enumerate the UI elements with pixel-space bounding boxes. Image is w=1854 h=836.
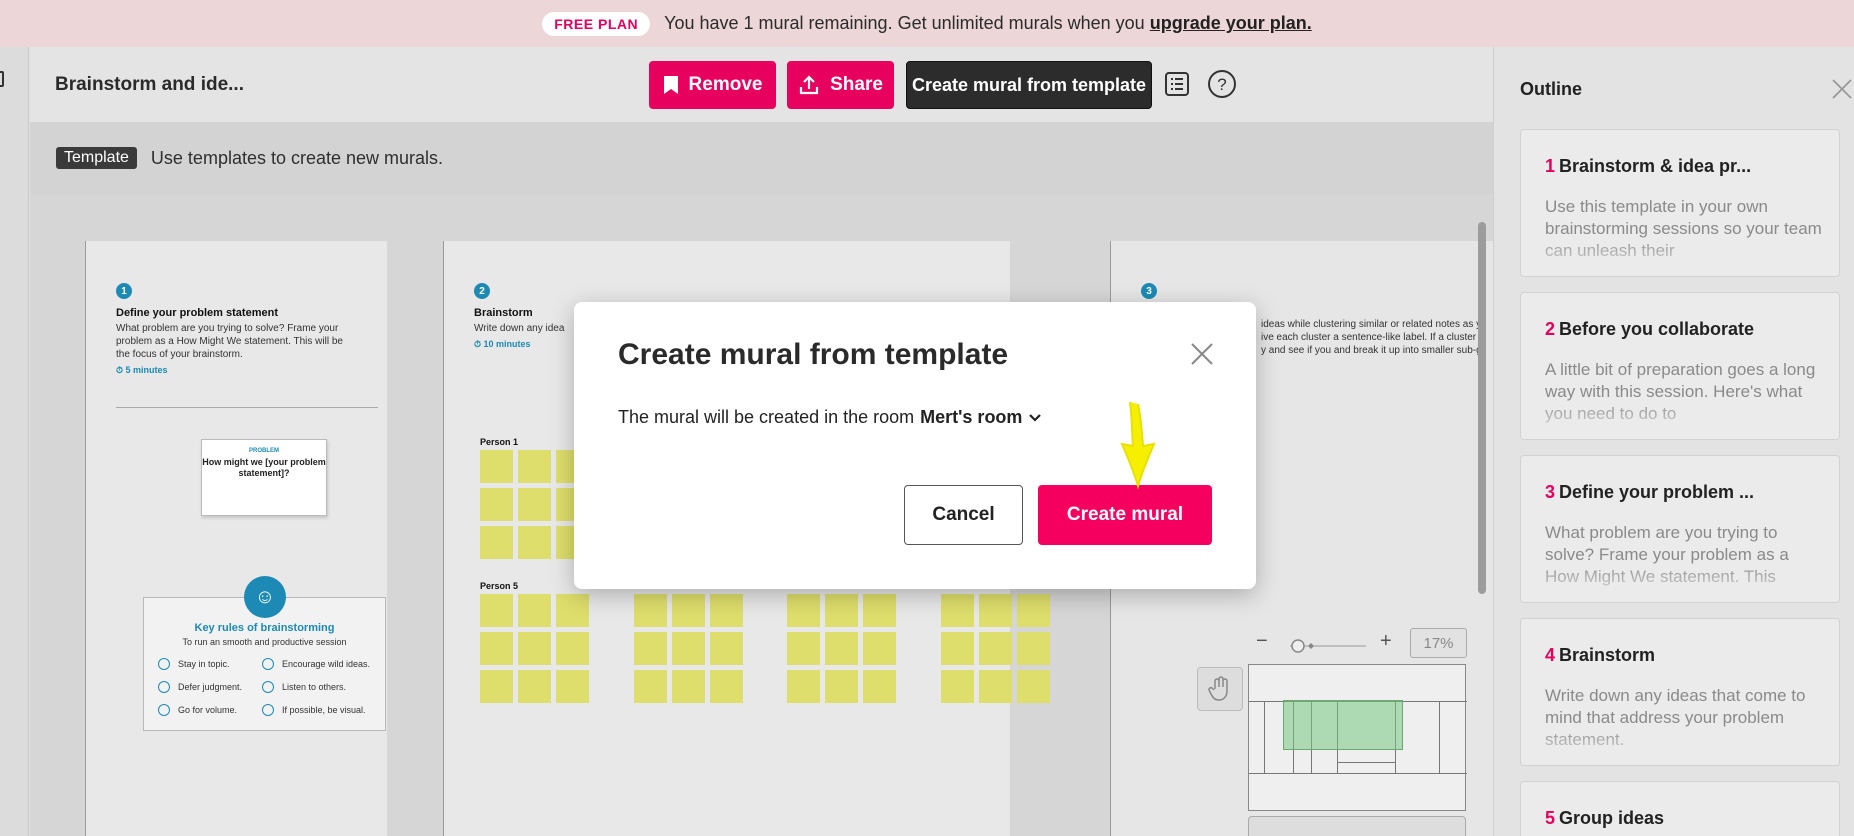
upgrade-plan-link[interactable]: upgrade your plan. xyxy=(1150,13,1312,33)
pointer-arrow-icon xyxy=(1120,401,1156,490)
zoom-out-button[interactable]: − xyxy=(1256,630,1268,653)
remove-label: Remove xyxy=(688,74,763,95)
help-icon[interactable]: ? xyxy=(1207,69,1237,99)
step-1-text: What problem are you trying to solve? Fr… xyxy=(116,323,343,360)
sticky-group[interactable] xyxy=(480,594,589,703)
zoom-in-button[interactable]: + xyxy=(1380,630,1392,653)
share-button[interactable]: Share xyxy=(787,61,894,109)
list-view-icon[interactable] xyxy=(1162,69,1192,99)
outline-panel: Outline 1 Brainstorm & idea pr... Use thi… xyxy=(1493,47,1854,836)
step-2-title: Brainstorm xyxy=(474,307,533,319)
free-plan-badge: FREE PLAN xyxy=(542,11,651,36)
banner-message: You have 1 mural remaining. Get unlimite… xyxy=(664,13,1312,34)
sticky-group[interactable] xyxy=(480,450,589,559)
outline-item-title: Group ideas xyxy=(1559,808,1665,828)
chevron-down-icon[interactable] xyxy=(1028,413,1042,423)
step-2-text: Write down any idea xyxy=(474,323,565,334)
step-3-text-2: ive each cluster a sentence-like label. … xyxy=(1261,332,1487,343)
banner-message-text: You have 1 mural remaining. Get unlimite… xyxy=(664,13,1145,33)
rule-item: Listen to others. xyxy=(262,681,346,693)
step-3-text-1: ideas while clustering similar or relate… xyxy=(1261,319,1482,330)
template-info-bar: Template Use templates to create new mur… xyxy=(30,122,1493,194)
rule-icon xyxy=(158,681,170,693)
sticky-group[interactable] xyxy=(941,594,1050,703)
brain-icon: ☺ xyxy=(244,576,286,618)
rules-subtitle: To run an smooth and productive session xyxy=(182,637,347,647)
left-toolbar xyxy=(0,47,29,836)
upgrade-banner: FREE PLAN You have 1 mural remaining. Ge… xyxy=(0,0,1854,47)
sticky-group[interactable] xyxy=(787,594,896,703)
outline-item[interactable]: 1 Brainstorm & idea pr... Use this templa… xyxy=(1520,129,1840,277)
outline-item[interactable]: 3 Define your problem ... What problem ar… xyxy=(1520,455,1840,603)
outline-item-title: Brainstorm xyxy=(1559,645,1656,665)
step-1-time: ⏱ 5 minutes xyxy=(116,365,168,375)
mural-header: Brainstorm and ide... Remove Share Creat… xyxy=(30,47,1493,122)
room-prefix: The mural will be created in the room xyxy=(618,407,915,427)
mural-title[interactable]: Brainstorm and ide... xyxy=(55,74,244,96)
step-1-number: 1 xyxy=(116,283,132,299)
problem-label: PROBLEM xyxy=(249,448,279,454)
bookmark-icon xyxy=(663,76,678,94)
rule-icon xyxy=(262,658,274,670)
brainstorm-rules-card[interactable]: ☺ Key rules of brainstorming To run an s… xyxy=(143,576,386,731)
step-2-time: ⏱ 10 minutes xyxy=(474,339,531,349)
person-label: Person 5 xyxy=(480,581,519,591)
create-mural-button[interactable]: Create mural xyxy=(1038,485,1212,545)
template-tag: Template xyxy=(56,147,137,169)
person-label: Person 1 xyxy=(480,437,519,447)
cancel-button[interactable]: Cancel xyxy=(904,485,1023,545)
upload-icon xyxy=(799,75,819,95)
close-icon[interactable] xyxy=(1188,340,1216,368)
problem-text: How might we [your problem statement]? xyxy=(202,457,326,478)
sticky-group[interactable] xyxy=(634,594,743,703)
rule-item: Go for volume. xyxy=(158,704,237,716)
divider xyxy=(116,407,378,408)
create-template-label: Create mural from template xyxy=(911,74,1147,95)
rules-title: Key rules of brainstorming xyxy=(194,622,335,634)
rule-item: Stay in topic. xyxy=(158,658,230,670)
zoom-slider[interactable] xyxy=(1288,636,1368,656)
hand-tool-icon[interactable] xyxy=(1197,667,1243,711)
outline-title: Outline xyxy=(1520,79,1582,99)
outline-item[interactable]: 2 Before you collaborate A little bit of … xyxy=(1520,292,1840,440)
problem-sticky[interactable]: PROBLEM How might we [your problem state… xyxy=(201,439,327,516)
canvas-scrollbar[interactable] xyxy=(1478,222,1486,594)
minimap-viewport[interactable] xyxy=(1283,700,1403,750)
panel-toggle-icon[interactable] xyxy=(0,71,4,87)
rule-icon xyxy=(262,681,274,693)
rule-icon xyxy=(158,658,170,670)
remove-button[interactable]: Remove xyxy=(649,61,776,109)
minimap[interactable] xyxy=(1248,664,1467,811)
zoom-level[interactable]: 17% xyxy=(1410,628,1467,658)
rule-item: Defer judgment. xyxy=(158,681,242,693)
room-selector-text: The mural will be created in the room Me… xyxy=(618,407,1042,428)
outline-item-title: Define your problem ... xyxy=(1559,482,1755,502)
board-step-1: 1 Define your problem statement What pro… xyxy=(85,241,387,836)
step-3-text-3: y and see if you and break it up into sm… xyxy=(1261,345,1486,356)
outline-item-title: Brainstorm & idea pr... xyxy=(1559,156,1752,176)
step-2-number: 2 xyxy=(474,283,490,299)
rule-item: Encourage wild ideas. xyxy=(262,658,370,670)
step-1-title: Define your problem statement xyxy=(116,307,278,319)
minimap-footer xyxy=(1248,816,1466,836)
step-3-number: 3 xyxy=(1141,283,1157,299)
rule-item: If possible, be visual. xyxy=(262,704,366,716)
room-select[interactable]: Mert's room xyxy=(920,407,1022,428)
create-mural-from-template-button[interactable]: Create mural from template xyxy=(906,61,1152,109)
rule-icon xyxy=(262,704,274,716)
dialog-title: Create mural from template xyxy=(618,338,1009,371)
template-info-text: Use templates to create new murals. xyxy=(150,147,444,168)
rule-icon xyxy=(158,704,170,716)
svg-text:?: ? xyxy=(1217,75,1226,94)
outline-item[interactable]: 4 Brainstorm Write down any ideas that co… xyxy=(1520,618,1840,766)
outline-item-title: Before you collaborate xyxy=(1559,319,1755,339)
close-icon[interactable] xyxy=(1830,77,1854,101)
outline-item[interactable]: 5 Group ideas xyxy=(1520,781,1840,836)
share-label: Share xyxy=(830,74,883,95)
